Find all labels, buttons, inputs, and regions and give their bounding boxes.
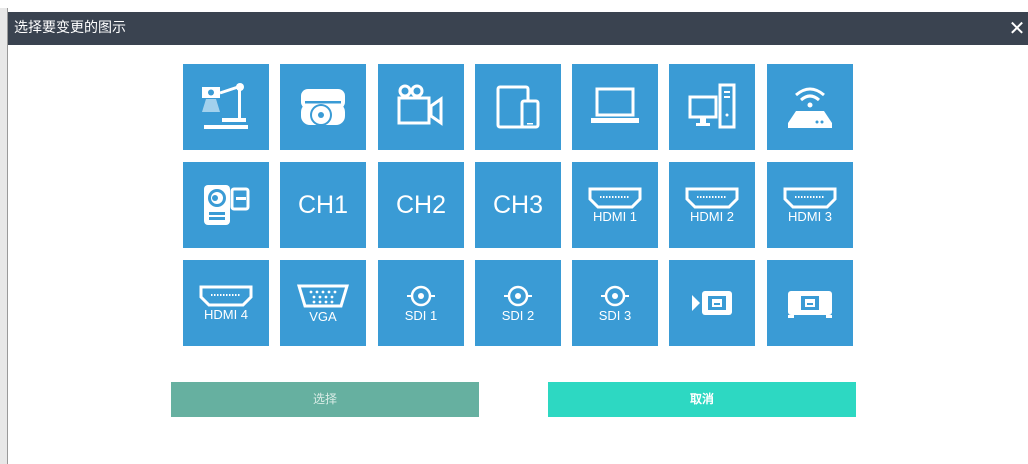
hdmi-port-icon xyxy=(685,187,739,208)
tile-network-projector[interactable] xyxy=(767,260,853,346)
hdmi-2-label: HDMI 2 xyxy=(689,208,735,224)
network-projector-icon xyxy=(788,291,832,318)
ch2-label: CH2 xyxy=(395,190,446,219)
tile-wireless-router[interactable] xyxy=(767,64,853,150)
ch3-label: CH3 xyxy=(492,190,543,219)
laptop-icon xyxy=(591,87,639,123)
tile-video-camera[interactable] xyxy=(378,64,464,150)
tile-disc-player[interactable] xyxy=(280,64,366,150)
tile-sdi-1[interactable]: SDI 1 xyxy=(378,260,464,346)
hdmi-port-icon xyxy=(588,187,642,208)
document-camera-icon xyxy=(202,83,248,129)
network-camera-icon xyxy=(692,291,732,315)
tile-ch2[interactable]: CH2 xyxy=(378,162,464,248)
tile-hdmi-3[interactable]: HDMI 3 xyxy=(767,162,853,248)
background-window-edge xyxy=(0,8,8,464)
wireless-router-icon xyxy=(788,87,832,128)
disc-player-icon xyxy=(301,89,345,126)
hdmi-3-label: HDMI 3 xyxy=(787,208,833,224)
hdmi-4-label: HDMI 4 xyxy=(203,306,249,322)
close-icon[interactable]: ✕ xyxy=(1006,12,1028,45)
tile-vga[interactable]: VGA xyxy=(280,260,366,346)
tile-tablet-phone[interactable] xyxy=(475,64,561,150)
tile-ch1[interactable]: CH1 xyxy=(280,162,366,248)
tile-camcorder[interactable] xyxy=(183,162,269,248)
cancel-button[interactable]: 取消 xyxy=(548,382,856,417)
hdmi-1-label: HDMI 1 xyxy=(592,208,638,224)
select-button[interactable]: 选择 xyxy=(171,382,479,417)
tile-desktop-pc[interactable] xyxy=(669,64,755,150)
tile-hdmi-2[interactable]: HDMI 2 xyxy=(669,162,755,248)
icon-grid: CH1 CH2 CH3 HDMI 1 HDMI 2 HDMI 3 HDMI 4 … xyxy=(175,64,853,346)
sdi-3-label: SDI 3 xyxy=(598,307,632,323)
sdi-2-label: SDI 2 xyxy=(501,307,535,323)
hdmi-port-icon xyxy=(783,187,837,208)
vga-port-icon xyxy=(296,284,350,307)
tile-document-camera[interactable] xyxy=(183,64,269,150)
tile-ch3[interactable]: CH3 xyxy=(475,162,561,248)
desktop-pc-icon xyxy=(688,83,736,129)
dialog-titlebar: 选择要变更的图示 ✕ xyxy=(8,12,1028,45)
tablet-phone-icon xyxy=(496,85,540,129)
dialog-title: 选择要变更的图示 xyxy=(14,20,126,36)
hdmi-port-icon xyxy=(199,285,253,306)
tile-hdmi-1[interactable]: HDMI 1 xyxy=(572,162,658,248)
tile-network-camera[interactable] xyxy=(669,260,755,346)
sdi-1-label: SDI 1 xyxy=(404,307,438,323)
sdi-connector-icon xyxy=(503,285,532,306)
tile-laptop[interactable] xyxy=(572,64,658,150)
sdi-connector-icon xyxy=(600,285,629,306)
vga-label: VGA xyxy=(309,308,337,324)
camcorder-icon xyxy=(204,185,250,225)
ch1-label: CH1 xyxy=(297,190,348,219)
sdi-connector-icon xyxy=(406,285,435,306)
video-camera-icon xyxy=(397,84,443,126)
tile-sdi-2[interactable]: SDI 2 xyxy=(475,260,561,346)
tile-hdmi-4[interactable]: HDMI 4 xyxy=(183,260,269,346)
tile-sdi-3[interactable]: SDI 3 xyxy=(572,260,658,346)
